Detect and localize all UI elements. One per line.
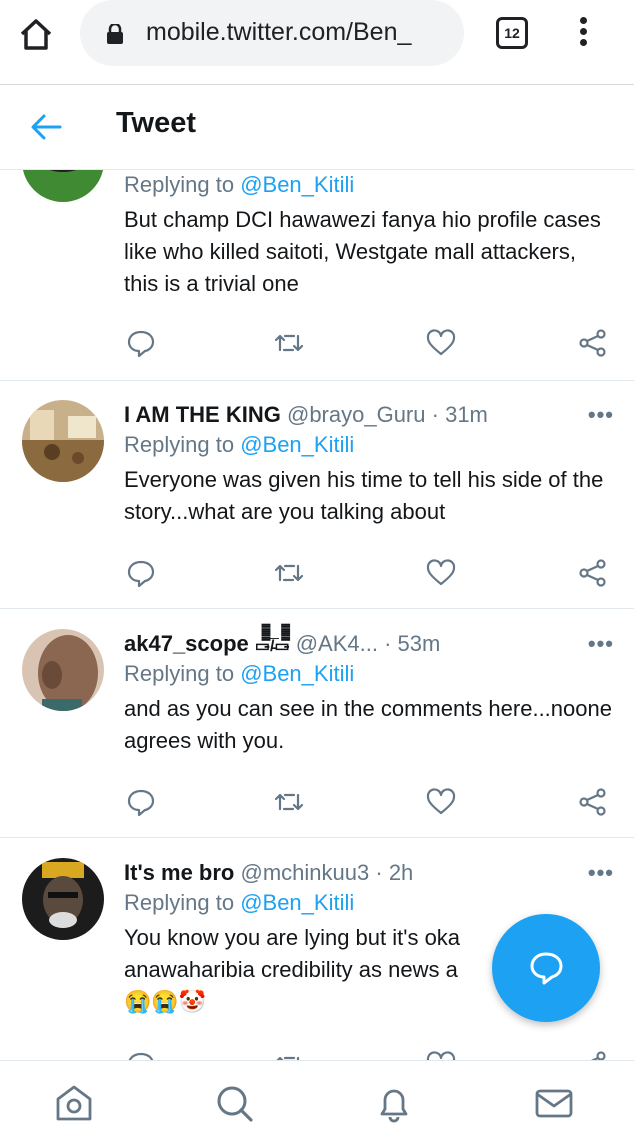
timestamp[interactable]: 53m <box>398 631 441 656</box>
avatar[interactable] <box>22 629 104 711</box>
display-name-glyphs: ▭̵̅̅̅̅̅̅̅̅/̵̅̅̅̅̅̅̅̅▭̵̅̅̅̅̅̅̅̅ <box>254 638 290 655</box>
separator-dot: · <box>384 631 392 656</box>
display-name[interactable]: It's me bro <box>124 860 234 885</box>
tweet-header: I AM THE KING @brayo_Guru · 31m ••• <box>124 400 614 430</box>
app-header: Tweet <box>0 85 634 170</box>
share-icon[interactable] <box>578 328 608 358</box>
tweet-actions <box>124 787 614 817</box>
tweet-item[interactable]: ak47_scope ▭̵̅̅̅̅̅̅̅̅/̵̅̅̅̅̅̅̅̅▭̵̅̅̅̅̅̅̅… <box>0 609 634 838</box>
page-title: Tweet <box>116 107 197 139</box>
retweet-icon[interactable] <box>274 328 304 358</box>
display-name[interactable]: ak47_scope <box>124 631 249 656</box>
replying-to: Replying to @Ben_Kitili <box>124 661 355 686</box>
tweet-item[interactable]: I AM THE KING @brayo_Guru · 31m ••• Repl… <box>0 380 634 609</box>
avatar[interactable] <box>22 858 104 940</box>
handle[interactable]: @brayo_Guru <box>287 402 426 427</box>
browser-home-icon[interactable] <box>18 16 54 52</box>
timestamp[interactable]: 2h <box>389 860 413 885</box>
share-icon[interactable] <box>578 787 608 817</box>
tweet-actions <box>124 328 614 358</box>
reply-icon[interactable] <box>126 558 156 588</box>
timestamp[interactable]: 31m <box>445 402 488 427</box>
separator-dot: · <box>375 860 383 885</box>
mention-link[interactable]: @Ben_Kitili <box>240 432 354 457</box>
more-options-icon[interactable]: ••• <box>588 400 614 430</box>
tweet-actions <box>124 1050 614 1060</box>
handle[interactable]: @AK4... <box>296 631 378 656</box>
browser-menu-icon[interactable] <box>573 14 593 54</box>
address-bar[interactable]: mobile.twitter.com/Ben_ <box>80 0 464 66</box>
avatar[interactable] <box>22 170 104 202</box>
search-icon[interactable] <box>214 1083 254 1123</box>
compose-reply-icon <box>530 952 563 985</box>
like-heart-icon[interactable] <box>426 558 456 588</box>
like-heart-icon[interactable] <box>426 328 456 358</box>
reply-icon[interactable] <box>126 1050 156 1060</box>
lock-icon <box>106 22 124 44</box>
replying-to: Replying to @Ben_Kitili <box>124 432 355 457</box>
retweet-icon[interactable] <box>274 787 304 817</box>
handle[interactable]: @mchinkuu3 <box>241 860 370 885</box>
bell-icon[interactable] <box>374 1083 414 1123</box>
bottom-navigation <box>0 1060 634 1145</box>
share-icon[interactable] <box>578 1050 608 1060</box>
url-text: mobile.twitter.com/Ben_ <box>146 18 412 46</box>
tweet-header: ak47_scope ▭̵̅̅̅̅̅̅̅̅/̵̅̅̅̅̅̅̅̅▭̵̅̅̅̅̅̅̅… <box>124 629 614 659</box>
more-options-icon[interactable]: ••• <box>588 858 614 888</box>
tweet-text: But champ DCI hawawezi fanya hio profile… <box>124 207 601 296</box>
tweet-header: It's me bro @mchinkuu3 · 2h ••• <box>124 858 614 888</box>
tweet-text: You know you are lying but it's oka anaw… <box>124 925 461 982</box>
compose-reply-button[interactable] <box>492 914 600 1022</box>
tweet-text: Everyone was given his time to tell his … <box>124 467 604 524</box>
browser-toolbar: mobile.twitter.com/Ben_ 12 <box>0 0 634 85</box>
more-options-icon[interactable]: ••• <box>588 629 614 659</box>
avatar[interactable] <box>22 400 104 482</box>
mail-icon[interactable] <box>534 1083 574 1123</box>
back-arrow-icon[interactable] <box>30 112 62 142</box>
like-heart-icon[interactable] <box>426 1050 456 1060</box>
replying-to: Replying to @Ben_Kitili <box>124 172 355 197</box>
mention-link[interactable]: @Ben_Kitili <box>240 172 354 197</box>
mention-link[interactable]: @Ben_Kitili <box>240 890 354 915</box>
tweet-item[interactable]: Replying to @Ben_Kitili But champ DCI ha… <box>0 170 634 381</box>
tab-switcher-button[interactable]: 12 <box>496 17 528 49</box>
like-heart-icon[interactable] <box>426 787 456 817</box>
separator-dot: · <box>431 402 439 427</box>
home-icon[interactable] <box>54 1083 94 1123</box>
retweet-icon[interactable] <box>274 558 304 588</box>
mention-link[interactable]: @Ben_Kitili <box>240 661 354 686</box>
retweet-icon[interactable] <box>274 1050 304 1060</box>
display-name[interactable]: I AM THE KING <box>124 402 281 427</box>
share-icon[interactable] <box>578 558 608 588</box>
tweet-text: and as you can see in the comments here.… <box>124 696 612 753</box>
reply-icon[interactable] <box>126 328 156 358</box>
reply-icon[interactable] <box>126 787 156 817</box>
tweet-actions <box>124 558 614 588</box>
